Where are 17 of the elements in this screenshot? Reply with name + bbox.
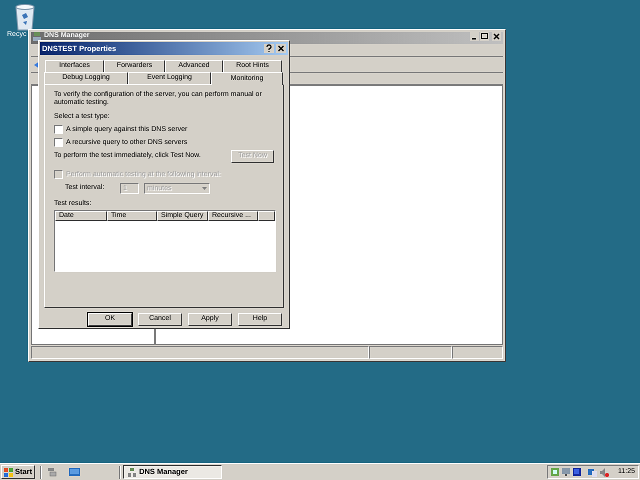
speaker-muted-icon[interactable] — [600, 468, 609, 476]
app-icon — [33, 32, 41, 41]
minimize-icon[interactable] — [470, 32, 479, 41]
close-icon[interactable] — [492, 32, 501, 41]
show-desktop-icon[interactable] — [69, 468, 80, 476]
help-icon[interactable] — [264, 44, 274, 53]
windows-flag-icon — [4, 468, 13, 476]
dns-icon — [128, 468, 136, 476]
close-icon[interactable] — [276, 44, 286, 53]
maximize-icon[interactable] — [480, 32, 489, 41]
checkbox[interactable] — [54, 125, 63, 134]
dropdown-arrow-icon[interactable] — [200, 184, 209, 193]
network-icon[interactable] — [551, 468, 559, 476]
checkbox[interactable] — [54, 138, 63, 147]
recycle-bin-icon[interactable] — [14, 3, 36, 31]
monitor-icon[interactable] — [562, 468, 570, 476]
monitor-icon[interactable] — [573, 468, 581, 476]
